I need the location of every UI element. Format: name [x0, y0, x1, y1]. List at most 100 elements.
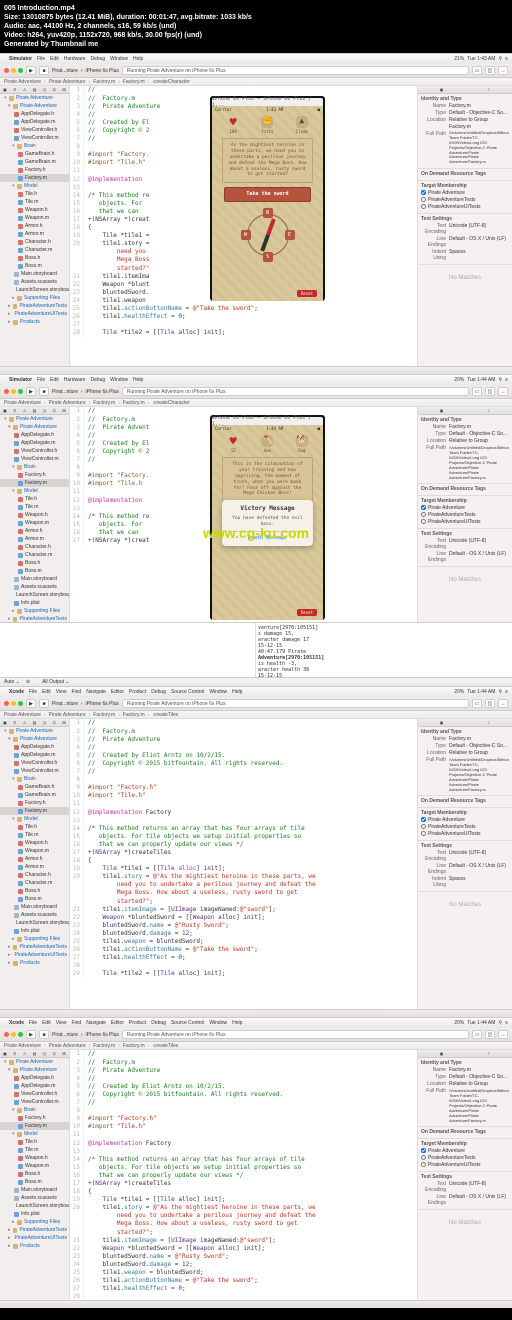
- sim-action-button[interactable]: Take the sword: [224, 187, 311, 202]
- nav-file[interactable]: Boss.m: [0, 262, 69, 270]
- nav-file[interactable]: Tile.m: [0, 198, 69, 206]
- ios-simulator-window[interactable]: iPhone 6s Plus – iPhone 6s Plus / i... C…: [210, 96, 325, 301]
- project-navigator[interactable]: ▣⚲⚠▤◷⎋⊞ ▾Pirate Adventure ▾Pirate Advent…: [0, 1050, 70, 1300]
- project-navigator[interactable]: ▣⚲⚠▤◷⎋⊞ ▾Pirate Adventure ▾Pirate Advent…: [0, 719, 70, 1009]
- console-output[interactable]: venture[2970:105151] s damage 15, aracte…: [256, 623, 512, 677]
- target-checkbox[interactable]: [421, 204, 426, 209]
- nav-file[interactable]: AppDelegate.h: [0, 110, 69, 118]
- stop-button[interactable]: ■: [39, 699, 49, 708]
- simulator-screen[interactable]: Carrier1:44 AM■ ♥12 🪓Axe 🐕Dog This is th…: [212, 425, 323, 620]
- nav-group-supporting[interactable]: ▸Supporting Files: [0, 294, 69, 302]
- macos-menubar[interactable]: Simulator File Edit Hardware Debug Windo…: [0, 375, 512, 385]
- menubar-app-name[interactable]: Simulator: [9, 377, 32, 383]
- menubar-edit[interactable]: Edit: [50, 56, 59, 62]
- nav-file[interactable]: ViewController.m: [0, 134, 69, 142]
- compass-west-button[interactable]: W: [241, 230, 251, 240]
- compass-east-button[interactable]: E: [285, 230, 295, 240]
- nav-file[interactable]: AppDelegate.m: [0, 118, 69, 126]
- nav-file[interactable]: Tile.h: [0, 190, 69, 198]
- variables-view[interactable]: [0, 623, 256, 677]
- assistant-editor-button[interactable]: ◫: [485, 66, 495, 75]
- version-editor-button[interactable]: ↔: [498, 66, 508, 75]
- sim-reset-button[interactable]: Reset: [297, 290, 317, 297]
- jump-bar[interactable]: Pirate Adventure› Pirate Adventure› Fact…: [0, 399, 512, 407]
- nav-file[interactable]: Main.storyboard: [0, 270, 69, 278]
- nav-file[interactable]: Boss.h: [0, 254, 69, 262]
- utilities-inspector[interactable]: ▣? Identity and Type NameFactory.m TypeD…: [417, 86, 512, 366]
- run-button[interactable]: ▶: [26, 1030, 36, 1039]
- project-navigator[interactable]: ▣⚲⚠▤◷⎋⊞ ▾Pirate Adventure ▾Pirate Advent…: [0, 407, 70, 622]
- nav-file-selected[interactable]: Factory.m: [0, 174, 69, 182]
- inspector-tabs[interactable]: ▣?: [418, 86, 512, 94]
- debug-area[interactable]: venture[2970:105151] s damage 15, aracte…: [0, 622, 512, 677]
- nav-group-app[interactable]: ▾Pirate Adventure: [0, 102, 69, 110]
- video-video-line: Video: h264, yuv420p, 1152x720, 968 kb/s…: [4, 31, 508, 40]
- source-editor[interactable]: 1// 2// Factory.m 3// Pirate Adventure 4…: [70, 86, 417, 366]
- nav-group-tests[interactable]: ▸PirateAdventureTests: [0, 302, 69, 310]
- menubar-help[interactable]: Help: [133, 56, 143, 62]
- compass-north-button[interactable]: N: [263, 208, 273, 218]
- jump-file[interactable]: Factory.m: [93, 79, 115, 85]
- menubar-app-name[interactable]: Simulator: [9, 56, 32, 62]
- standard-editor-button[interactable]: ▭: [472, 66, 482, 75]
- menubar-window[interactable]: Window: [110, 56, 128, 62]
- stop-button[interactable]: ■: [39, 1030, 49, 1039]
- project-navigator[interactable]: ▣⚲⚠▤◷⎋⊞ ▾Pirate Adventure ▾Pirate Advent…: [0, 86, 70, 366]
- nav-file[interactable]: Character.h: [0, 238, 69, 246]
- source-editor[interactable]: 1// 2// Factory.m 3// Pirate Adventure 4…: [70, 1050, 417, 1300]
- utilities-inspector[interactable]: ▣? Identity and Type NameFactory.m TypeD…: [417, 407, 512, 622]
- source-editor[interactable]: 1// 2// Factory.m 3// Pirate Advent 4// …: [70, 407, 417, 622]
- menubar-file[interactable]: File: [37, 56, 45, 62]
- run-button[interactable]: ▶: [26, 699, 36, 708]
- compass-south-button[interactable]: S: [263, 252, 273, 262]
- library-no-matches: No Matches: [418, 265, 512, 291]
- device-selector[interactable]: iPhone 6s Plus: [86, 68, 119, 74]
- run-button[interactable]: ▶: [26, 66, 36, 75]
- nav-file[interactable]: ViewController.h: [0, 126, 69, 134]
- navigator-tabs[interactable]: ▣⚲⚠▤◷⎋⊞: [0, 86, 69, 94]
- inspector-identity-section: Identity and Type NameFactory.m TypeDefa…: [418, 94, 512, 169]
- stop-button[interactable]: ■: [39, 387, 49, 396]
- debug-auto-selector[interactable]: Auto ⌄: [4, 679, 20, 685]
- simulator-screen[interactable]: Carrier1:43 AM■ ♥109 ✊Fists ▲Cloak As th…: [212, 106, 323, 301]
- jump-file2[interactable]: Factory.m: [123, 79, 145, 85]
- stop-button[interactable]: ■: [39, 66, 49, 75]
- debug-output-selector[interactable]: All Output ⌄: [42, 679, 70, 685]
- search-icon[interactable]: ⚲: [498, 56, 502, 62]
- nav-file[interactable]: Weapon.h: [0, 206, 69, 214]
- nav-file[interactable]: LaunchScreen.storyboard: [0, 286, 69, 294]
- nav-group-brain[interactable]: ▾Brain: [0, 142, 69, 150]
- alert-dismiss-button[interactable]: Death Message: [227, 531, 308, 542]
- jump-bar[interactable]: Pirate Adventure› Pirate Adventure› Fact…: [0, 78, 512, 86]
- window-traffic-lights[interactable]: [4, 68, 23, 73]
- nav-file[interactable]: GameBrain.m: [0, 158, 69, 166]
- sim-reset-button[interactable]: Reset: [297, 609, 317, 616]
- macos-menubar[interactable]: Simulator File Edit Hardware Debug Windo…: [0, 54, 512, 64]
- nav-file[interactable]: Factory.h: [0, 166, 69, 174]
- notifications-icon[interactable]: ≡: [505, 56, 508, 62]
- sim-alert-dialog: Victory Message You have defeated the ev…: [222, 500, 313, 546]
- nav-file[interactable]: Armor.m: [0, 230, 69, 238]
- nav-file[interactable]: Assets.xcassets: [0, 278, 69, 286]
- nav-file[interactable]: Weapon.m: [0, 214, 69, 222]
- nav-project-root[interactable]: ▾Pirate Adventure: [0, 94, 69, 102]
- source-editor[interactable]: 1// 2// Factory.m 3// Pirate Adventure 4…: [70, 719, 417, 1009]
- jump-project[interactable]: Pirate Adventure: [4, 79, 41, 85]
- nav-file[interactable]: GameBrain.h: [0, 150, 69, 158]
- nav-file[interactable]: Character.m: [0, 246, 69, 254]
- nav-group-products[interactable]: ▸Products: [0, 318, 69, 326]
- nav-file[interactable]: Armor.h: [0, 222, 69, 230]
- target-checkbox[interactable]: [421, 190, 426, 195]
- debug-clear-icon[interactable]: ⊘: [26, 679, 30, 685]
- jump-group[interactable]: Pirate Adventure: [49, 79, 86, 85]
- nav-group-uitests[interactable]: ▸PirateAdventureUITests: [0, 310, 69, 318]
- macos-menubar[interactable]: Xcode File Edit View Find Navigate Edito…: [0, 687, 512, 697]
- jump-symbol[interactable]: -createCharacter: [152, 79, 190, 85]
- ios-simulator-window[interactable]: iPhone 6s Plus – iPhone 6s Plus / i... C…: [210, 415, 325, 620]
- nav-group-model[interactable]: ▾Model: [0, 182, 69, 190]
- scheme-selector[interactable]: Pirat...nture: [52, 68, 78, 74]
- menubar-debug[interactable]: Debug: [90, 56, 105, 62]
- run-button[interactable]: ▶: [26, 387, 36, 396]
- menubar-hardware[interactable]: Hardware: [64, 56, 86, 62]
- target-checkbox[interactable]: [421, 197, 426, 202]
